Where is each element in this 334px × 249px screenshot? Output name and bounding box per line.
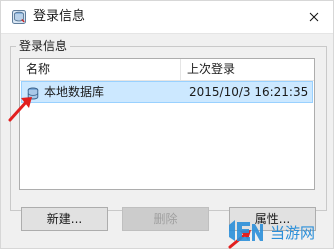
list-header: 名称 上次登录 — [20, 59, 314, 81]
database-icon — [26, 86, 40, 100]
watermark-text: 当游网 — [270, 224, 315, 242]
close-icon — [309, 12, 319, 22]
column-header-name[interactable]: 名称 — [20, 59, 180, 80]
column-header-last-login[interactable]: 上次登录 — [181, 59, 314, 80]
login-list[interactable]: 名称 上次登录 本地数据库 2015/10/3 16:21:35 — [19, 58, 315, 190]
delete-button[interactable]: 删除 — [122, 207, 209, 231]
title-bar[interactable]: 登录信息 — [1, 1, 333, 34]
row-name: 本地数据库 — [44, 85, 105, 99]
row-last-login: 2015/10/3 16:21:35 — [189, 85, 309, 99]
new-button[interactable]: 新建... — [21, 207, 108, 231]
close-button[interactable] — [295, 1, 333, 33]
window-title: 登录信息 — [33, 9, 86, 24]
list-row-local-database[interactable]: 本地数据库 2015/10/3 16:21:35 — [21, 81, 313, 103]
watermark-logo: 当游网 — [229, 220, 315, 242]
database-app-icon — [11, 9, 27, 25]
group-title: 登录信息 — [16, 38, 71, 54]
login-info-dialog: 登录信息 登录信息 名称 上次登录 本地数据库 2015/10/3 16:21:… — [0, 0, 334, 249]
